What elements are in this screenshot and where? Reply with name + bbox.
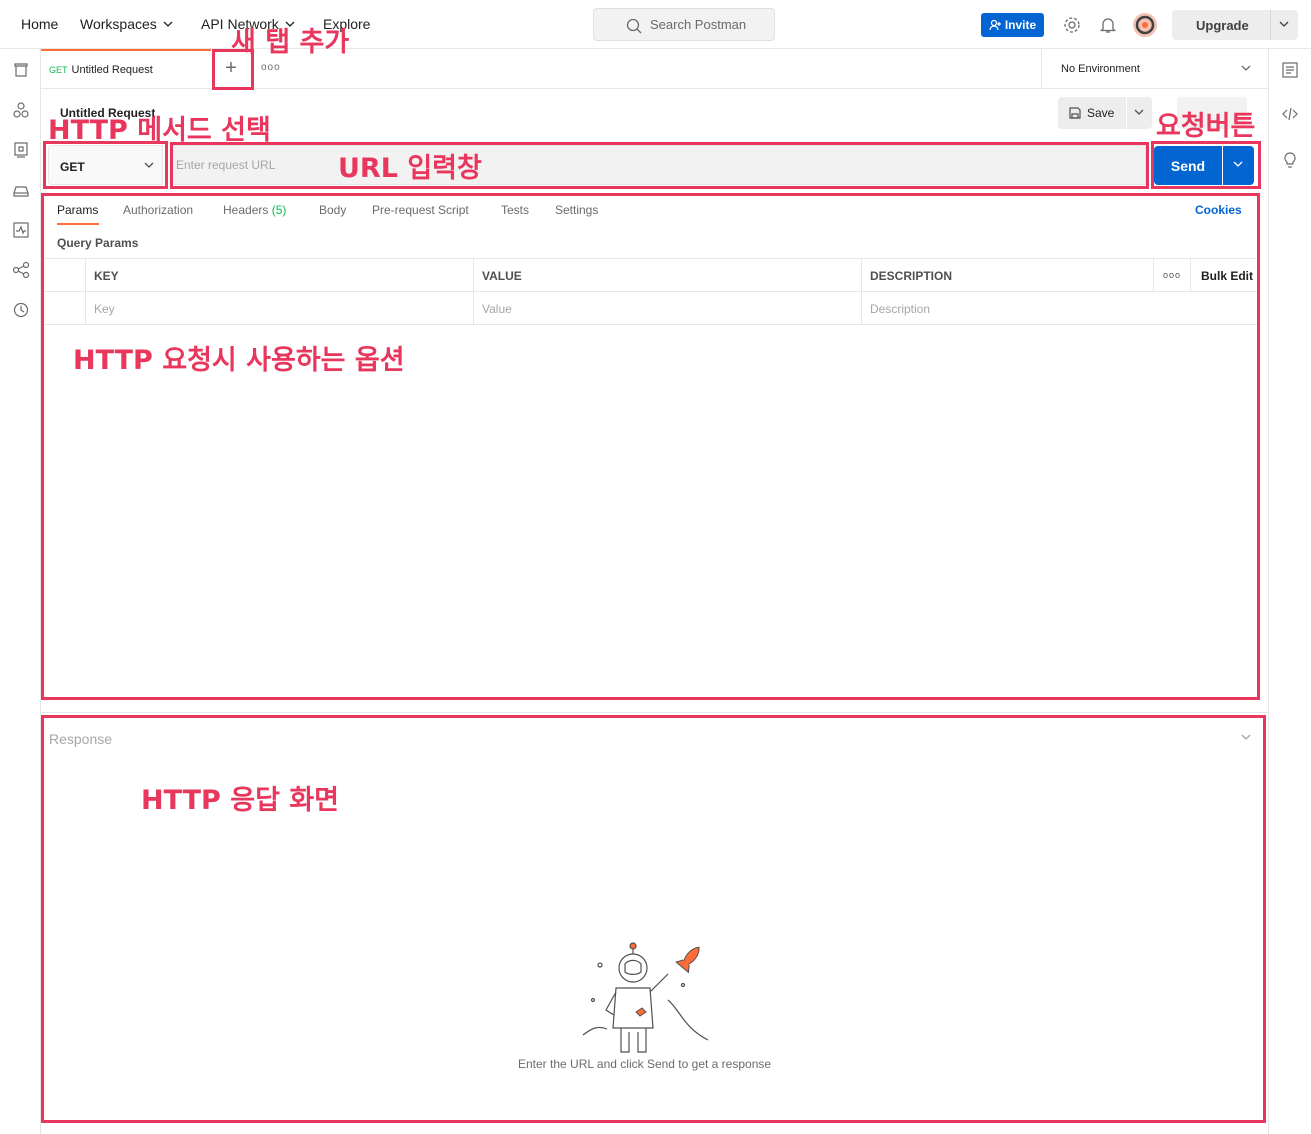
- annotation-box-send: [1151, 141, 1261, 189]
- annotation-method: HTTP 메서드 선택: [48, 115, 271, 146]
- divider: [1270, 10, 1271, 40]
- left-sidebar: [0, 49, 41, 1134]
- right-sidebar: [1268, 49, 1311, 1134]
- invite-button[interactable]: Invite: [981, 13, 1044, 37]
- code-icon[interactable]: [1281, 105, 1299, 123]
- environment-select[interactable]: No Environment: [1041, 49, 1268, 89]
- bell-icon[interactable]: [1098, 15, 1118, 35]
- monitors-icon[interactable]: [12, 221, 30, 239]
- history-icon[interactable]: [12, 301, 30, 319]
- environment-quick-look-icon[interactable]: [1281, 61, 1299, 79]
- annotation-send: 요청버튼: [1156, 111, 1256, 142]
- annotation-options: HTTP 요청시 사용하는 옵션: [73, 345, 405, 376]
- chevron-down-icon: [1134, 109, 1144, 115]
- environments-icon[interactable]: [12, 141, 30, 159]
- annotation-box-response: [41, 715, 1266, 1123]
- search-placeholder: Search Postman: [650, 17, 747, 32]
- annotation-new-tab: 새 탭 추가: [231, 27, 350, 58]
- save-dropdown-button[interactable]: [1127, 97, 1152, 129]
- annotation-box-options: [41, 193, 1260, 700]
- collections-icon[interactable]: [12, 61, 30, 79]
- mock-servers-icon[interactable]: [12, 181, 30, 199]
- tab-method: GET: [49, 65, 68, 75]
- chevron-down-icon: [163, 21, 173, 27]
- annotation-box-method: [43, 141, 168, 189]
- avatar-icon: [1135, 15, 1155, 35]
- tab-name: Untitled Request: [71, 64, 153, 76]
- more-tabs-icon[interactable]: ooo: [261, 62, 281, 73]
- flows-icon[interactable]: [12, 261, 30, 279]
- annotation-url: URL 입력창: [338, 153, 482, 184]
- tab-untitled-request[interactable]: GET Untitled Request: [41, 49, 211, 89]
- annotation-response: HTTP 응답 화면: [141, 785, 339, 816]
- gear-icon[interactable]: [1062, 15, 1082, 35]
- upgrade-button[interactable]: Upgrade: [1172, 10, 1298, 40]
- chevron-down-icon: [1241, 65, 1251, 71]
- save-button[interactable]: Save: [1058, 97, 1126, 129]
- chevron-down-icon[interactable]: [1278, 20, 1290, 28]
- nav-home[interactable]: Home: [21, 16, 58, 32]
- nav-workspaces[interactable]: Workspaces: [80, 16, 173, 32]
- search-bar[interactable]: Search Postman: [593, 8, 775, 41]
- avatar[interactable]: [1133, 13, 1157, 37]
- search-icon: [626, 18, 642, 34]
- lightbulb-icon[interactable]: [1281, 151, 1299, 169]
- apis-icon[interactable]: [12, 101, 30, 119]
- top-bar: Home Workspaces API Network Explore Sear…: [0, 0, 1311, 49]
- add-user-icon: [989, 19, 1001, 31]
- save-icon: [1069, 107, 1081, 119]
- annotation-box-url: [170, 142, 1149, 189]
- pane-divider[interactable]: [41, 712, 1268, 713]
